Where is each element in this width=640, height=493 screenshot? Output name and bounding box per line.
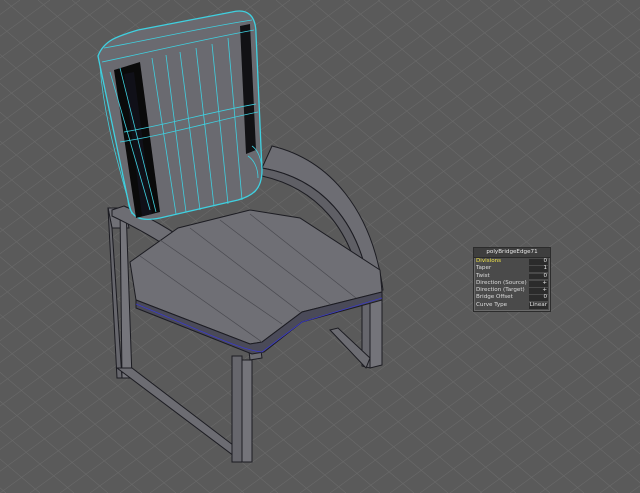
hud-row-curve-type[interactable]: Curve Type Linear: [474, 302, 550, 309]
hud-row-taper[interactable]: Taper 1: [474, 265, 550, 273]
hud-row-value-field[interactable]: +: [529, 280, 548, 287]
hud-row-value-field[interactable]: 0: [529, 273, 548, 280]
grid-line: [0, 429, 75, 493]
grid-line: [547, 0, 640, 79]
hud-row-twist[interactable]: Twist 0: [474, 273, 550, 280]
grid-line: [0, 458, 41, 493]
hud-row-label: Taper: [476, 265, 492, 272]
hud-row-value-field[interactable]: 0: [529, 295, 548, 302]
hud-row-direction-target[interactable]: Direction (Target) +: [474, 287, 550, 294]
hud-row-label: Direction (Target): [476, 287, 525, 294]
hud-row-label: Direction (Source): [476, 279, 527, 286]
hud-row-direction-source[interactable]: Direction (Source) +: [474, 280, 550, 287]
hud-row-bridge-offset[interactable]: Bridge Offset 0: [474, 294, 550, 302]
hud-row-value-field[interactable]: 0: [529, 258, 548, 265]
hud-row-label: Divisions: [476, 258, 502, 264]
grid-line: [0, 400, 109, 493]
grid-line: [539, 420, 640, 493]
backrest-selected[interactable]: [97, 10, 263, 221]
grid-line: [0, 487, 7, 493]
hud-row-value-field[interactable]: Linear: [529, 302, 548, 309]
hud-row-value-field[interactable]: 1: [529, 265, 548, 273]
hud-title: polyBridgeEdge71: [474, 248, 550, 258]
modeling-viewport[interactable]: polyBridgeEdge71 Divisions 0 Taper 1 Twist 0 D…: [0, 0, 640, 493]
hud-row-divisions[interactable]: Divisions 0: [474, 258, 550, 265]
polybridge-attributes-hud[interactable]: polyBridgeEdge71 Divisions 0 Taper 1 Twist 0 D…: [473, 247, 551, 313]
hud-spacer: [474, 309, 550, 311]
hud-row-label: Twist: [476, 272, 490, 279]
hud-attribute-list: Divisions 0 Taper 1 Twist 0 Direction (Source)…: [474, 258, 550, 309]
hud-row-label: Curve Type: [476, 301, 508, 308]
grid-line: [615, 0, 640, 21]
hud-row-label: Bridge Offset: [476, 294, 513, 301]
hud-row-value-field[interactable]: +: [529, 287, 548, 294]
grid-line: [581, 0, 640, 50]
